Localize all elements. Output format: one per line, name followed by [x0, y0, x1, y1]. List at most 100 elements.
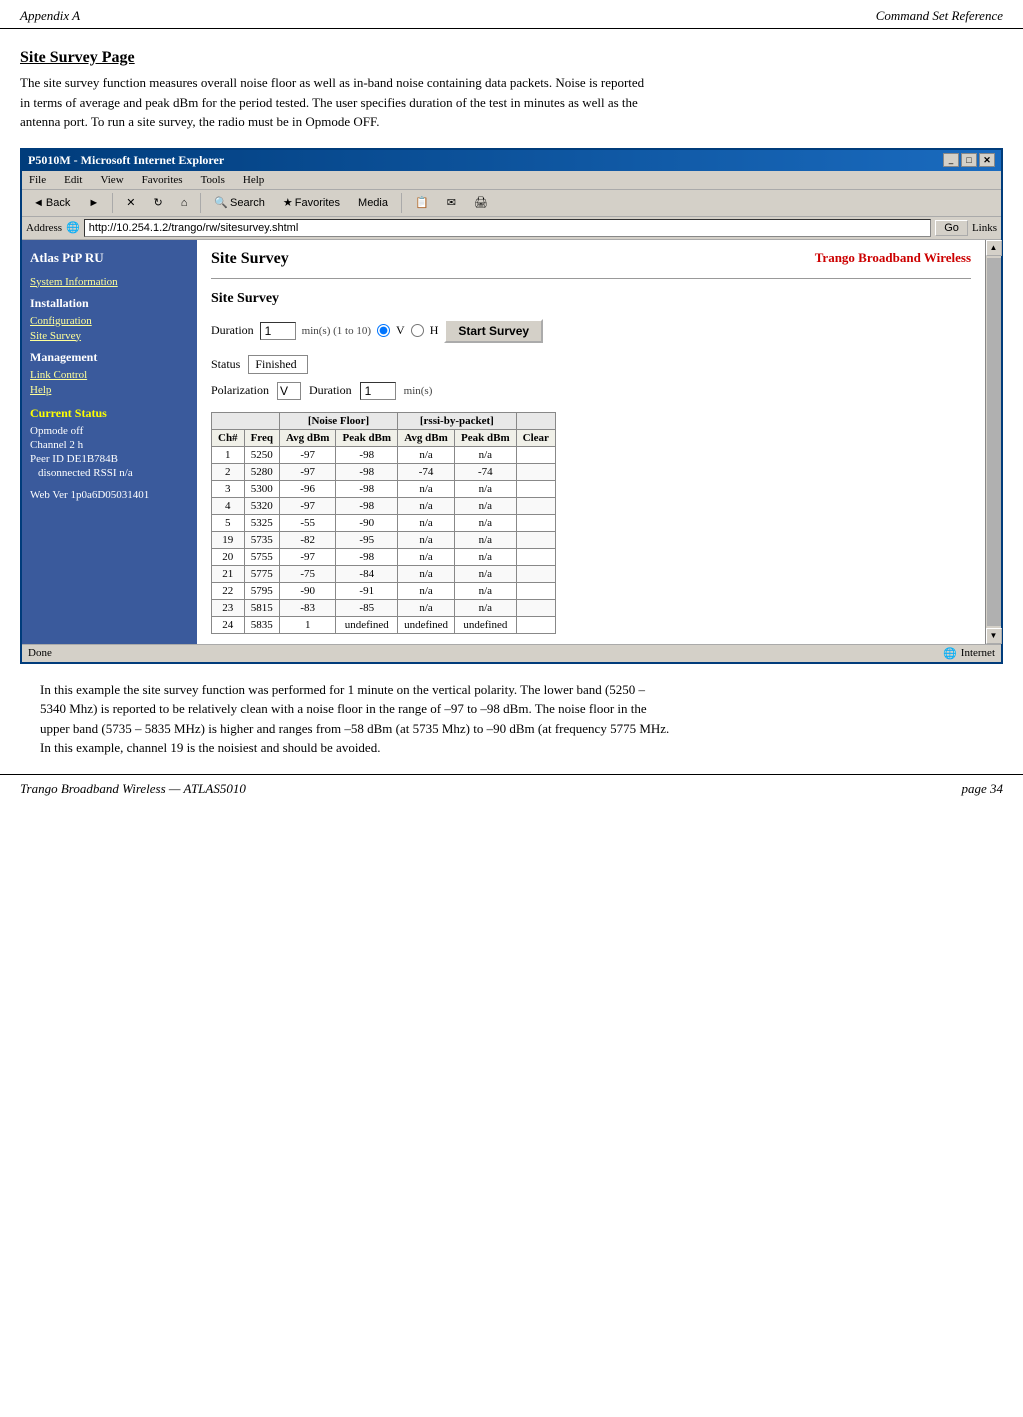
menu-tools[interactable]: Tools	[198, 173, 228, 187]
cell-avg-dbm: -90	[279, 582, 336, 599]
print-button[interactable]: 🖨	[467, 193, 495, 212]
go-button[interactable]: Go	[935, 220, 968, 236]
cell-peak-dbm: -84	[336, 565, 398, 582]
mail-button[interactable]: ✉	[440, 193, 463, 212]
menu-file[interactable]: File	[26, 173, 49, 187]
pol-input[interactable]	[277, 382, 301, 400]
footer-right: page 34	[961, 781, 1003, 797]
table-row: 21 5775 -75 -84 n/a n/a	[212, 565, 556, 582]
cell-avg-dbm: 1	[279, 616, 336, 633]
sidebar-help-link[interactable]: Help	[30, 384, 189, 396]
menu-edit[interactable]: Edit	[61, 173, 85, 187]
maximize-button[interactable]: □	[961, 153, 977, 167]
refresh-button[interactable]: ↻	[146, 193, 169, 212]
cell-clear	[516, 616, 555, 633]
scrollbar[interactable]: ▲ ▼	[985, 240, 1001, 644]
cell-rssi-peak: n/a	[455, 531, 517, 548]
duration-hint: min(s) (1 to 10)	[302, 325, 371, 337]
minimize-button[interactable]: _	[943, 153, 959, 167]
cell-freq: 5320	[244, 497, 279, 514]
forward-button[interactable]: ►	[81, 194, 106, 212]
main-content: Site Survey Page The site survey functio…	[0, 29, 1023, 758]
back-button[interactable]: ◄ Back	[26, 194, 77, 212]
cell-freq: 5755	[244, 548, 279, 565]
page-icon: 🌐	[66, 221, 80, 234]
cell-peak-dbm: -90	[336, 514, 398, 531]
sidebar-system-info[interactable]: System Information	[30, 276, 189, 288]
sidebar-installation-section: Installation Configuration Site Survey	[30, 296, 189, 342]
home-button[interactable]: ⌂	[174, 194, 195, 212]
survey-table-container: [Noise Floor] [rssi-by-packet] Ch# Freq …	[211, 412, 971, 634]
dur2-input[interactable]	[360, 382, 396, 400]
radio-h-label: H	[430, 323, 439, 338]
close-button[interactable]: ✕	[979, 153, 995, 167]
cell-ch: 23	[212, 599, 245, 616]
sidebar-system-section: System Information	[30, 276, 189, 288]
col-rssi-avg: Avg dBm	[398, 429, 455, 446]
cell-avg-dbm: -97	[279, 446, 336, 463]
menu-view[interactable]: View	[97, 173, 126, 187]
cell-rssi-peak: undefined	[455, 616, 517, 633]
footer-left: Trango Broadband Wireless — ATLAS5010	[20, 781, 246, 797]
search-button[interactable]: 🔍 Search	[207, 193, 272, 212]
media-button[interactable]: Media	[351, 194, 395, 212]
cell-rssi-peak: -74	[455, 463, 517, 480]
scroll-thumb[interactable]	[987, 258, 1001, 626]
browser-window: P5010M - Microsoft Internet Explorer _ □…	[20, 148, 1003, 664]
sidebar-web-ver: Web Ver 1p0a6D05031401	[30, 489, 189, 501]
cell-rssi-peak: n/a	[455, 480, 517, 497]
cell-clear	[516, 514, 555, 531]
cell-peak-dbm: -98	[336, 463, 398, 480]
table-row: 20 5755 -97 -98 n/a n/a	[212, 548, 556, 565]
sidebar-configuration-link[interactable]: Configuration	[30, 315, 189, 327]
sidebar-site-survey-link[interactable]: Site Survey	[30, 330, 189, 342]
desc-line1: The site survey function measures overal…	[20, 75, 644, 90]
internet-icon: 🌐	[943, 647, 957, 660]
radio-h[interactable]	[411, 324, 424, 337]
sidebar-management-heading: Management	[30, 350, 189, 365]
history-button[interactable]: 📋	[408, 193, 436, 212]
sidebar-disconnected: disonnected RSSI n/a	[38, 467, 189, 479]
sidebar-opmode: Opmode off	[30, 425, 189, 437]
cell-rssi-peak: n/a	[455, 446, 517, 463]
survey-table: [Noise Floor] [rssi-by-packet] Ch# Freq …	[211, 412, 556, 634]
start-survey-button[interactable]: Start Survey	[444, 319, 543, 343]
dur2-label: Duration	[309, 383, 352, 398]
radio-v[interactable]	[377, 324, 390, 337]
separator2	[200, 193, 201, 213]
menu-help[interactable]: Help	[240, 173, 267, 187]
stop-button[interactable]: ✕	[119, 193, 142, 212]
cell-avg-dbm: -97	[279, 463, 336, 480]
header-right: Command Set Reference	[876, 8, 1003, 24]
panel-brand: Trango Broadband Wireless	[815, 250, 971, 266]
sidebar-link-control[interactable]: Link Control	[30, 369, 189, 381]
table-row: 19 5735 -82 -95 n/a n/a	[212, 531, 556, 548]
cell-rssi-avg: n/a	[398, 497, 455, 514]
cell-peak-dbm: -95	[336, 531, 398, 548]
cell-rssi-avg: n/a	[398, 480, 455, 497]
scroll-up-arrow[interactable]: ▲	[986, 240, 1002, 256]
duration-input[interactable]	[260, 322, 296, 340]
radio-group: V H	[377, 323, 438, 338]
cell-peak-dbm: -98	[336, 480, 398, 497]
clear-header	[516, 412, 555, 429]
cell-clear	[516, 497, 555, 514]
cell-peak-dbm: -91	[336, 582, 398, 599]
sidebar-title: Atlas PtP RU	[30, 250, 189, 266]
col-freq: Freq	[244, 429, 279, 446]
cell-freq: 5250	[244, 446, 279, 463]
favorites-button[interactable]: ★ Favorites	[276, 193, 347, 212]
cell-rssi-peak: n/a	[455, 582, 517, 599]
panel-title: Site Survey	[211, 250, 289, 268]
address-input[interactable]	[84, 219, 931, 237]
links-label: Links	[972, 222, 997, 234]
statusbar-right: 🌐 Internet	[943, 647, 995, 660]
cell-freq: 5835	[244, 616, 279, 633]
menu-favorites[interactable]: Favorites	[139, 173, 186, 187]
dur2-unit: min(s)	[404, 385, 433, 397]
cell-rssi-peak: n/a	[455, 497, 517, 514]
table-row: 24 5835 1 undefined undefined undefined	[212, 616, 556, 633]
scroll-down-arrow[interactable]: ▼	[986, 628, 1002, 644]
browser-toolbar: ◄ Back ► ✕ ↻ ⌂ 🔍 Search ★ Favorites Medi…	[22, 190, 1001, 217]
cell-peak-dbm: -98	[336, 446, 398, 463]
